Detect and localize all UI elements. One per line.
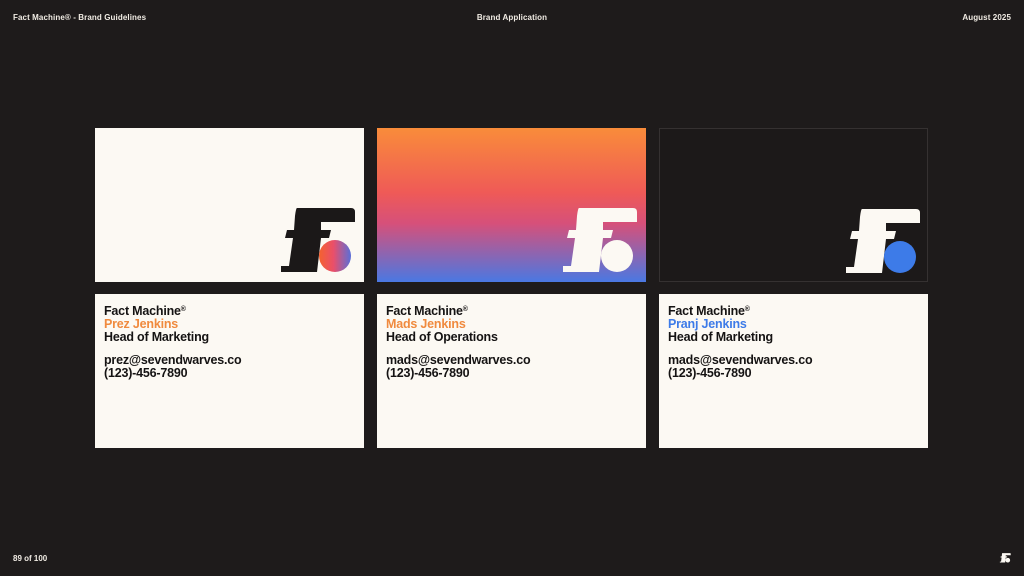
card-role: Head of Marketing: [104, 330, 209, 344]
business-card-front-gradient: [377, 128, 646, 282]
fact-machine-logo-icon: [999, 553, 1011, 563]
header-section: Brand Application: [476, 13, 548, 22]
card-phone: (123)-456-7890: [668, 366, 752, 380]
card-phone: (123)-456-7890: [104, 366, 188, 380]
fact-machine-logo-icon: [281, 208, 355, 272]
business-card-back-mads: Fact Machine® Mads Jenkins Head of Opera…: [377, 294, 646, 448]
fact-machine-logo-icon: [846, 209, 920, 273]
business-card-front-dark: [659, 128, 928, 282]
card-role: Head of Operations: [386, 330, 498, 344]
header-date: August 2025: [962, 13, 1011, 22]
card-brand: Fact Machine®: [104, 304, 186, 318]
fact-machine-logo-icon: [563, 208, 637, 272]
business-card-front-light: [95, 128, 364, 282]
card-phone: (123)-456-7890: [386, 366, 470, 380]
card-role: Head of Marketing: [668, 330, 773, 344]
card-brand: Fact Machine®: [668, 304, 750, 318]
business-card-back-pranj: Fact Machine® Pranj Jenkins Head of Mark…: [659, 294, 928, 448]
page-number: 89 of 100: [13, 554, 48, 563]
business-card-back-prez: Fact Machine® Prez Jenkins Head of Marke…: [95, 294, 364, 448]
card-brand: Fact Machine®: [386, 304, 468, 318]
